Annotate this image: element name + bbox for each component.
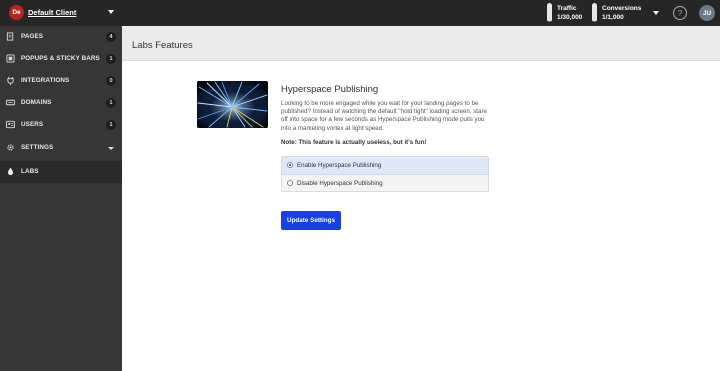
client-avatar[interactable]: De [9, 5, 24, 20]
sidebar-item-integrations[interactable]: INTEGRATIONS 0 [0, 70, 122, 92]
sidebar-item-label: PAGES [21, 33, 44, 40]
pages-icon [6, 32, 15, 41]
disable-hyperspace-option[interactable]: Disable Hyperspace Publishing [282, 174, 488, 191]
sidebar-count-badge: 1 [106, 54, 116, 64]
sidebar-item-popups[interactable]: POPUPS & STICKY BARS 1 [0, 48, 122, 70]
conversions-label: Conversions [602, 5, 642, 12]
sidebar-item-label: USERS [21, 121, 44, 128]
enable-hyperspace-option[interactable]: Enable Hyperspace Publishing [282, 157, 488, 174]
feature-note: Note: This feature is actually useless, … [281, 139, 427, 146]
users-icon [6, 120, 15, 129]
integrations-icon [6, 76, 15, 85]
user-avatar[interactable]: JU [699, 5, 715, 21]
sidebar-item-label: DOMAINS [21, 99, 52, 106]
sidebar-item-users[interactable]: USERS 1 [0, 114, 122, 136]
page-header: Labs Features [122, 26, 720, 61]
settings-icon [6, 143, 15, 152]
page-title: Labs Features [132, 40, 193, 51]
traffic-value: 1/30,000 [557, 14, 583, 21]
enable-option-label[interactable]: Enable Hyperspace Publishing [297, 162, 381, 169]
top-bar: De Default Client Traffic 1/30,000 Conve… [0, 0, 720, 26]
sidebar-item-label: SETTINGS [21, 144, 54, 151]
usage-dropdown-chevron-icon[interactable] [653, 11, 659, 15]
sidebar-count-badge: 1 [106, 120, 116, 130]
traffic-meter [547, 3, 552, 22]
disable-radio-button[interactable] [287, 180, 293, 186]
settings-chevron-down-icon [108, 147, 114, 150]
sidebar-item-settings[interactable]: SETTINGS [0, 137, 122, 159]
conversions-value: 1/1,000 [602, 14, 624, 21]
sidebar-count-badge: 4 [106, 32, 116, 42]
update-settings-button[interactable]: Update Settings [281, 211, 341, 230]
sidebar: PAGES 4 POPUPS & STICKY BARS 1 INTEGRATI… [0, 26, 122, 371]
sidebar-item-label: POPUPS & STICKY BARS [21, 55, 100, 62]
disable-option-label[interactable]: Disable Hyperspace Publishing [297, 180, 383, 187]
traffic-meter-fill [547, 21, 552, 22]
client-dropdown-chevron-icon[interactable] [108, 10, 114, 14]
sidebar-item-labs[interactable]: LABS [0, 161, 122, 183]
sidebar-item-label: INTEGRATIONS [21, 77, 70, 84]
feature-title: Hyperspace Publishing [281, 84, 379, 95]
help-icon[interactable]: ? [673, 6, 687, 20]
domains-icon [6, 98, 15, 107]
sidebar-item-domains[interactable]: DOMAINS 1 [0, 92, 122, 114]
sidebar-item-pages[interactable]: PAGES 4 [0, 26, 122, 48]
hyperspace-option-group: Enable Hyperspace Publishing Disable Hyp… [281, 156, 489, 192]
enable-radio-button[interactable] [287, 162, 293, 168]
conversions-meter [592, 3, 597, 22]
sidebar-count-badge: 0 [106, 76, 116, 86]
sidebar-count-badge: 1 [106, 98, 116, 108]
conversions-meter-fill [592, 21, 597, 22]
hyperspace-preview-image [197, 81, 268, 128]
popups-icon [6, 54, 15, 63]
labs-icon [6, 167, 15, 176]
traffic-label: Traffic [557, 5, 577, 12]
sidebar-item-label: LABS [21, 168, 39, 175]
feature-description: Looking to be more engaged while you wai… [281, 100, 487, 132]
client-name-link[interactable]: Default Client [28, 8, 76, 17]
